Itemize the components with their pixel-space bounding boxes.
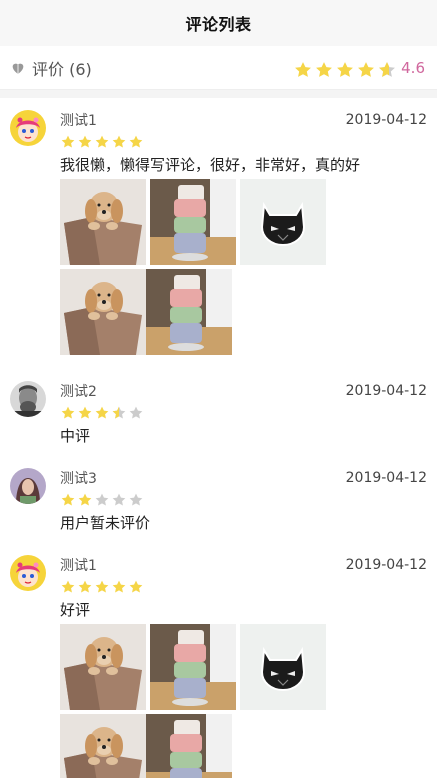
- girl-avatar: [10, 110, 46, 146]
- star-icon: [358, 61, 375, 77]
- star-icon: [112, 406, 126, 419]
- review-rating-stars: [60, 134, 427, 150]
- review-content: 用户暂未评价: [60, 514, 151, 532]
- review-photo-grid: [60, 179, 412, 359]
- woman-avatar: [10, 468, 46, 504]
- review-header: 测试2 2019-04-12: [60, 381, 427, 401]
- review-rating-stars: [60, 579, 427, 595]
- review-photo[interactable]: [240, 179, 326, 265]
- section-divider: [0, 90, 437, 98]
- review-body: 测试1 2019-04-12 好评: [60, 555, 427, 778]
- stackable-storage-photo: [146, 269, 232, 355]
- star-icon: [129, 406, 143, 419]
- review-photo[interactable]: [60, 624, 146, 710]
- stackable-storage-photo: [146, 714, 232, 778]
- star-icon: [78, 406, 92, 419]
- review-content: 好评: [60, 601, 91, 619]
- average-rating-stars: [293, 61, 398, 78]
- review-date: 2019-04-12: [345, 470, 427, 486]
- dog-in-bag-photo: [60, 179, 146, 265]
- review-content: 中评: [60, 427, 91, 445]
- star-icon: [95, 580, 109, 593]
- star-icon: [78, 580, 92, 593]
- star-icon: [112, 135, 126, 148]
- dog-in-bag-photo: [60, 269, 146, 355]
- star-icon: [61, 580, 75, 593]
- stackable-storage-photo: [150, 179, 236, 265]
- star-icon: [295, 61, 312, 77]
- review-date: 2019-04-12: [345, 557, 427, 573]
- review-header: 测试1 2019-04-12: [60, 110, 427, 130]
- review-content: 我很懒，懒得写评论，很好，非常好，真的好: [60, 156, 361, 174]
- reviewer-name: 测试3: [60, 471, 97, 487]
- star-icon: [61, 493, 75, 506]
- rating-summary-left: 评价 (6): [10, 56, 92, 80]
- review-photo[interactable]: [146, 269, 232, 355]
- review-body: 测试1 2019-04-12 我很懒，懒得写评论，很好，非常好，真的好: [60, 110, 427, 359]
- star-icon: [78, 493, 92, 506]
- review-photo-grid: [60, 624, 412, 778]
- heart-icon: [10, 59, 28, 77]
- review-header: 测试1 2019-04-12: [60, 555, 427, 575]
- avatar[interactable]: [10, 555, 46, 591]
- review-date: 2019-04-12: [345, 383, 427, 399]
- review-photo[interactable]: [60, 269, 146, 355]
- star-icon: [95, 406, 109, 419]
- review-item: 测试3 2019-04-12 用户暂未评价: [0, 456, 437, 543]
- review-rating-stars: [60, 492, 427, 508]
- reviewer-name: 测试1: [60, 558, 97, 574]
- star-icon: [95, 135, 109, 148]
- star-icon: [95, 493, 109, 506]
- avatar[interactable]: [10, 110, 46, 146]
- reviewer-name: 测试1: [60, 113, 97, 129]
- rating-summary: 评价 (6) 4.6: [0, 46, 437, 90]
- star-icon: [316, 61, 333, 77]
- star-icon: [61, 135, 75, 148]
- review-item: 测试1 2019-04-12 我很懒，懒得写评论，很好，非常好，真的好: [0, 98, 437, 369]
- average-score: 4.6: [401, 58, 425, 77]
- avatar[interactable]: [10, 381, 46, 417]
- review-photo[interactable]: [60, 179, 146, 265]
- star-icon: [337, 61, 354, 77]
- stackable-storage-photo: [150, 624, 236, 710]
- review-count-label: 评价 (6): [32, 59, 92, 79]
- star-icon: [129, 135, 143, 148]
- dog-in-bag-photo: [60, 624, 146, 710]
- review-rating-stars: [60, 405, 427, 421]
- review-date: 2019-04-12: [345, 112, 427, 128]
- star-icon: [129, 493, 143, 506]
- star-icon: [129, 580, 143, 593]
- girl-avatar: [10, 555, 46, 591]
- review-body: 测试2 2019-04-12 中评: [60, 381, 427, 446]
- star-icon: [379, 61, 396, 77]
- review-photo[interactable]: [146, 714, 232, 778]
- page-title: 评论列表: [185, 15, 252, 34]
- old-man-avatar: [10, 381, 46, 417]
- review-photo[interactable]: [60, 714, 146, 778]
- black-cat-sticker-photo: [240, 624, 326, 710]
- review-photo[interactable]: [240, 624, 326, 710]
- review-photo[interactable]: [150, 179, 236, 265]
- black-cat-sticker-photo: [240, 179, 326, 265]
- review-list: 测试1 2019-04-12 我很懒，懒得写评论，很好，非常好，真的好 测试2 …: [0, 98, 437, 778]
- navigation-bar: 评论列表: [0, 0, 437, 46]
- review-item: 测试2 2019-04-12 中评: [0, 369, 437, 456]
- dog-in-bag-photo: [60, 714, 146, 778]
- star-icon: [112, 493, 126, 506]
- review-header: 测试3 2019-04-12: [60, 468, 427, 488]
- review-item: 测试1 2019-04-12 好评: [0, 543, 437, 778]
- reviewer-name: 测试2: [60, 384, 97, 400]
- review-photo[interactable]: [150, 624, 236, 710]
- review-body: 测试3 2019-04-12 用户暂未评价: [60, 468, 427, 533]
- star-icon: [61, 406, 75, 419]
- average-rating: 4.6: [293, 58, 425, 78]
- star-icon: [112, 580, 126, 593]
- star-icon: [78, 135, 92, 148]
- avatar[interactable]: [10, 468, 46, 504]
